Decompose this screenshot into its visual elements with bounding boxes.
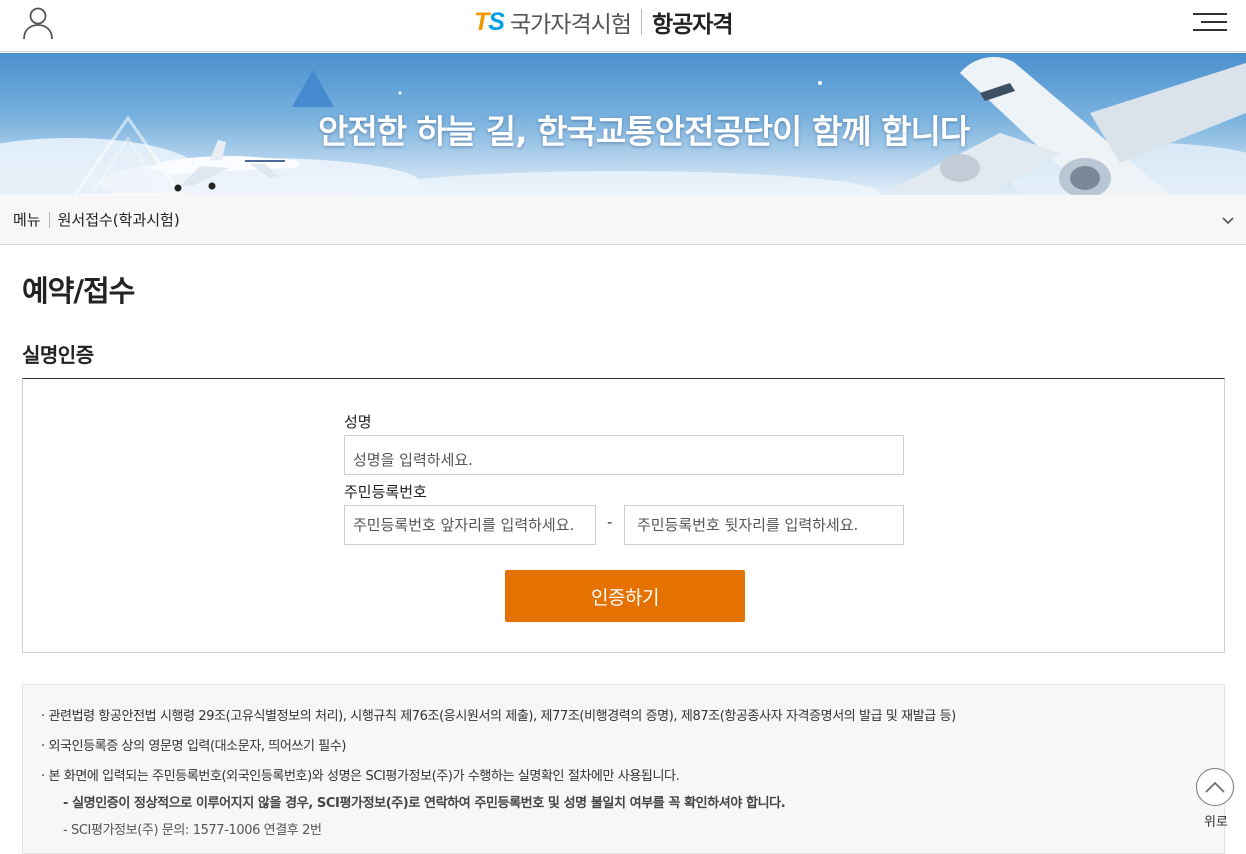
name-input[interactable] bbox=[344, 435, 904, 475]
rrn-front-input[interactable] bbox=[344, 505, 596, 545]
logo-name: 국가자격시험 bbox=[509, 12, 632, 38]
scroll-top-button[interactable]: 위로 bbox=[1196, 768, 1236, 830]
breadcrumb-current: 원서접수(학과시험) bbox=[57, 211, 180, 229]
hero-banner: 안전한 하늘 길, 한국교통안전공단이 함께 합니다 bbox=[0, 53, 1246, 195]
notice-law: · 관련법령 항공안전법 시행령 29조(고유식별정보의 처리), 시행규칙 제… bbox=[41, 709, 956, 724]
verify-button[interactable]: 인증하기 bbox=[505, 570, 745, 622]
rrn-dash: - bbox=[607, 513, 613, 531]
notice-foreigner: · 외국인등록증 상의 영문명 입력(대소문자, 띄어쓰기 필수) bbox=[41, 739, 347, 754]
rrn-back-input[interactable] bbox=[624, 505, 904, 545]
ts-logo-mark: TS bbox=[474, 7, 505, 36]
identity-verification-form: 성명 주민등록번호 - 인증하기 bbox=[22, 378, 1225, 653]
breadcrumb-divider bbox=[48, 211, 50, 228]
logo-divider bbox=[640, 9, 642, 35]
section-title: 실명인증 bbox=[22, 343, 94, 367]
chevron-down-icon[interactable] bbox=[1221, 216, 1235, 226]
scroll-top-label: 위로 bbox=[1204, 815, 1228, 830]
site-header: TS 국가자격시험 항공자격 bbox=[0, 0, 1246, 52]
notice-box: · 관련법령 항공안전법 시행령 29조(고유식별정보의 처리), 시행규칙 제… bbox=[22, 684, 1225, 854]
breadcrumb-menu-label: 메뉴 bbox=[13, 211, 41, 229]
name-label: 성명 bbox=[344, 413, 372, 431]
notice-warning: - 실명인증이 정상적으로 이루어지지 않을 경우, SCI평가정보(주)로 연… bbox=[63, 796, 786, 811]
logo-subtitle: 항공자격 bbox=[651, 12, 734, 38]
banner-slogan: 안전한 하늘 길, 한국교통안전공단이 함께 합니다 bbox=[318, 112, 970, 151]
page-title: 예약/접수 bbox=[22, 274, 135, 308]
notice-privacy: · 본 화면에 입력되는 주민등록번호(외국인등록번호)와 성명은 SCI평가정… bbox=[41, 769, 680, 784]
site-logo[interactable]: TS 국가자격시험 항공자격 bbox=[474, 6, 734, 39]
user-icon[interactable] bbox=[22, 6, 54, 40]
chevron-up-icon bbox=[1196, 768, 1234, 806]
notice-contact: - SCI평가정보(주) 문의: 1577-1006 연결후 2번 bbox=[63, 823, 322, 838]
rrn-label: 주민등록번호 bbox=[344, 483, 427, 501]
hamburger-menu-icon[interactable] bbox=[1191, 10, 1227, 36]
breadcrumb[interactable]: 메뉴 원서접수(학과시험) bbox=[0, 195, 1246, 245]
